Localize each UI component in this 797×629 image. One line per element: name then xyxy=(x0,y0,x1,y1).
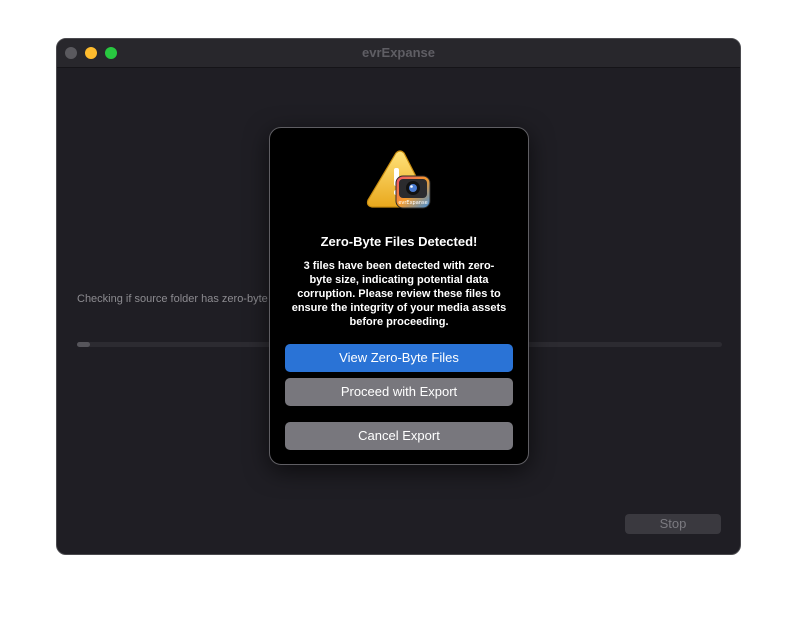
progress-fill xyxy=(77,342,90,347)
message-line: before proceeding. xyxy=(349,316,449,328)
cancel-export-button[interactable]: Cancel Export xyxy=(285,422,513,450)
alert-dialog: evrExpanse Zero-Byte Files Detected! 3 f… xyxy=(269,127,529,465)
message-line: byte size, indicating potential data xyxy=(309,274,489,286)
icon-badge-text: evrExpanse xyxy=(398,200,427,206)
proceed-with-export-button[interactable]: Proceed with Export xyxy=(285,378,513,406)
message-line: ensure the integrity of your media asset… xyxy=(291,302,507,314)
window-title: evrExpanse xyxy=(362,45,435,60)
title-bar[interactable]: evrExpanse xyxy=(57,39,740,68)
dialog-message: 3 files have been detected with zero- by… xyxy=(286,259,512,329)
stop-button[interactable]: Stop xyxy=(625,514,721,534)
warning-app-icon: evrExpanse xyxy=(366,150,431,209)
dialog-title: Zero-Byte Files Detected! xyxy=(320,234,478,249)
message-line: 3 files have been detected with zero- xyxy=(303,260,495,272)
view-zero-byte-files-button[interactable]: View Zero-Byte Files xyxy=(285,344,513,372)
message-line: corruption. Please review these files to xyxy=(297,288,501,300)
status-text: Checking if source folder has zero-byte … xyxy=(77,293,300,305)
